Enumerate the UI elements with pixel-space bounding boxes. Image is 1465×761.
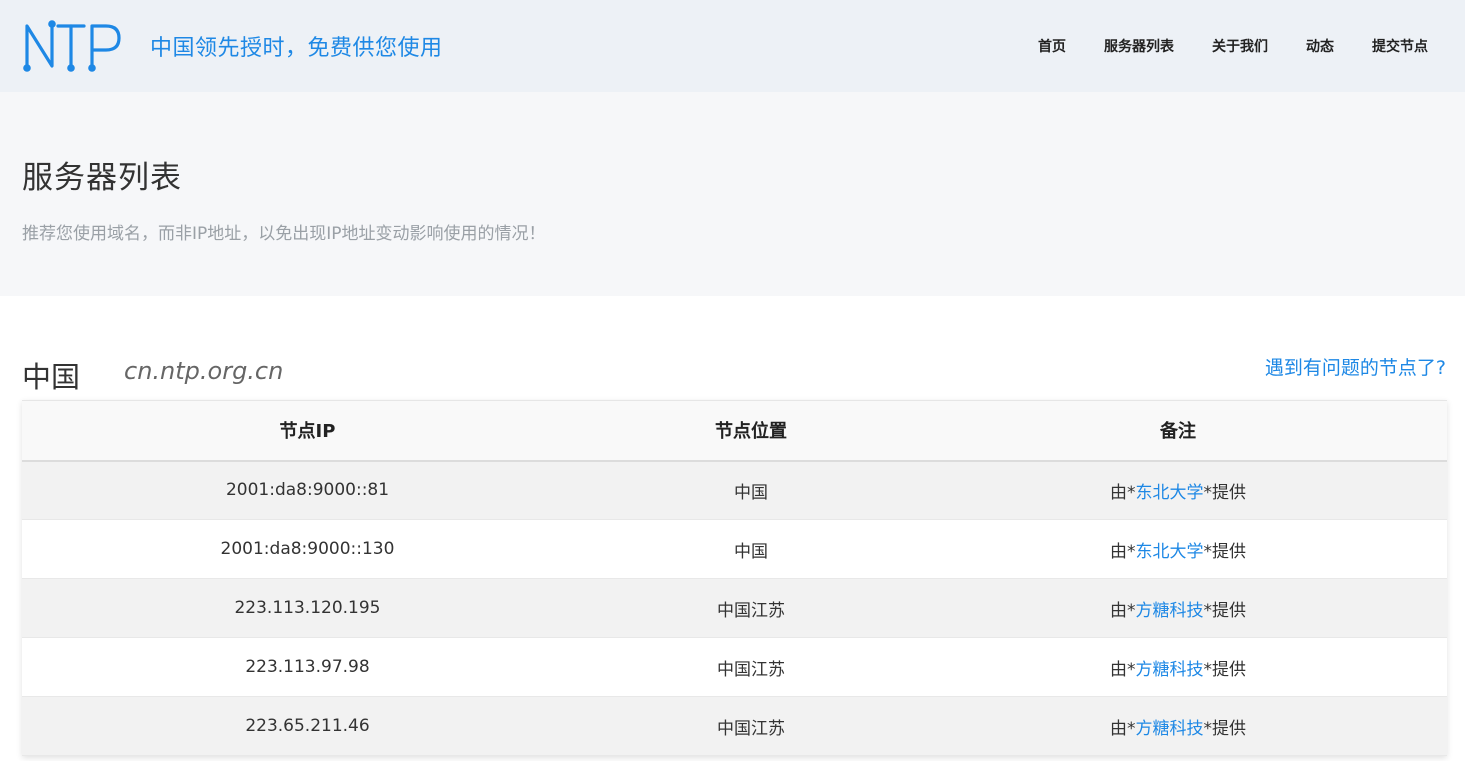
table-header-row: 节点IP 节点位置 备注 [22,400,1447,462]
page-subtitle: 推荐您使用域名，而非IP地址，以免出现IP地址变动影响使用的情况！ [22,224,546,244]
note-suffix: *提供 [1203,659,1247,680]
hero-banner: 服务器列表 推荐您使用域名，而非IP地址，以免出现IP地址变动影响使用的情况！ [0,92,1465,296]
note-suffix: *提供 [1203,600,1247,621]
cell-location: 中国 [593,460,909,520]
site-slogan: 中国领先授时，免费供您使用 [150,36,443,61]
cell-note: 由*东北大学*提供 [909,519,1447,579]
note-suffix: *提供 [1203,541,1247,562]
ntp-logo-icon [23,20,121,72]
cell-note: 由*东北大学*提供 [909,460,1447,520]
note-prefix: 由* [1110,482,1136,503]
cell-location: 中国江苏 [593,578,909,638]
nav-server-list[interactable]: 服务器列表 [1104,36,1174,56]
cell-note: 由*方糖科技*提供 [909,578,1447,638]
table-row: 2001:da8:9000::130 中国 由*东北大学*提供 [22,519,1447,579]
region-title: 中国 [22,360,81,394]
nav-about[interactable]: 关于我们 [1212,36,1268,56]
table-row: 223.113.120.195 中国江苏 由*方糖科技*提供 [22,578,1447,638]
nav-home[interactable]: 首页 [1038,36,1066,56]
provider-link[interactable]: 方糖科技 [1136,719,1204,739]
ntp-logo[interactable] [22,20,122,72]
cell-location: 中国江苏 [593,637,909,697]
column-header-ip: 节点IP [22,400,593,462]
provider-link[interactable]: 方糖科技 [1136,660,1204,680]
note-prefix: 由* [1110,659,1136,680]
cell-ip: 2001:da8:9000::81 [22,460,593,520]
nav-submit-node[interactable]: 提交节点 [1372,36,1428,56]
provider-link[interactable]: 方糖科技 [1136,601,1204,621]
note-prefix: 由* [1110,541,1136,562]
cell-location: 中国 [593,519,909,579]
region-domain: cn.ntp.org.cn [124,357,284,385]
main-nav: 首页 服务器列表 关于我们 动态 提交节点 [1000,0,1428,92]
report-problem-link[interactable]: 遇到有问题的节点了? [1265,353,1446,380]
server-table: 节点IP 节点位置 备注 2001:da8:9000::81 中国 由*东北大学… [22,400,1447,756]
note-prefix: 由* [1110,718,1136,739]
provider-link[interactable]: 东北大学 [1136,542,1204,562]
nav-news[interactable]: 动态 [1306,36,1334,56]
note-prefix: 由* [1110,600,1136,621]
cell-note: 由*方糖科技*提供 [909,696,1447,756]
note-suffix: *提供 [1203,482,1247,503]
table-row: 223.65.211.46 中国江苏 由*方糖科技*提供 [22,696,1447,756]
top-bar: 中国领先授时，免费供您使用 首页 服务器列表 关于我们 动态 提交节点 [0,0,1465,92]
column-header-location: 节点位置 [593,400,909,462]
server-section-china: 中国 cn.ntp.org.cn 遇到有问题的节点了? 节点IP 节点位置 备注… [0,296,1465,756]
provider-link[interactable]: 东北大学 [1136,483,1204,503]
cell-note: 由*方糖科技*提供 [909,637,1447,697]
cell-ip: 223.113.97.98 [22,637,593,697]
table-row: 223.113.97.98 中国江苏 由*方糖科技*提供 [22,637,1447,697]
section-header: 中国 cn.ntp.org.cn 遇到有问题的节点了? [22,296,1446,400]
cell-ip: 223.113.120.195 [22,578,593,638]
table-row: 2001:da8:9000::81 中国 由*东北大学*提供 [22,460,1447,520]
cell-location: 中国江苏 [593,696,909,756]
page-title: 服务器列表 [22,160,182,196]
cell-ip: 2001:da8:9000::130 [22,519,593,579]
column-header-note: 备注 [909,400,1447,462]
cell-ip: 223.65.211.46 [22,696,593,756]
note-suffix: *提供 [1203,718,1247,739]
